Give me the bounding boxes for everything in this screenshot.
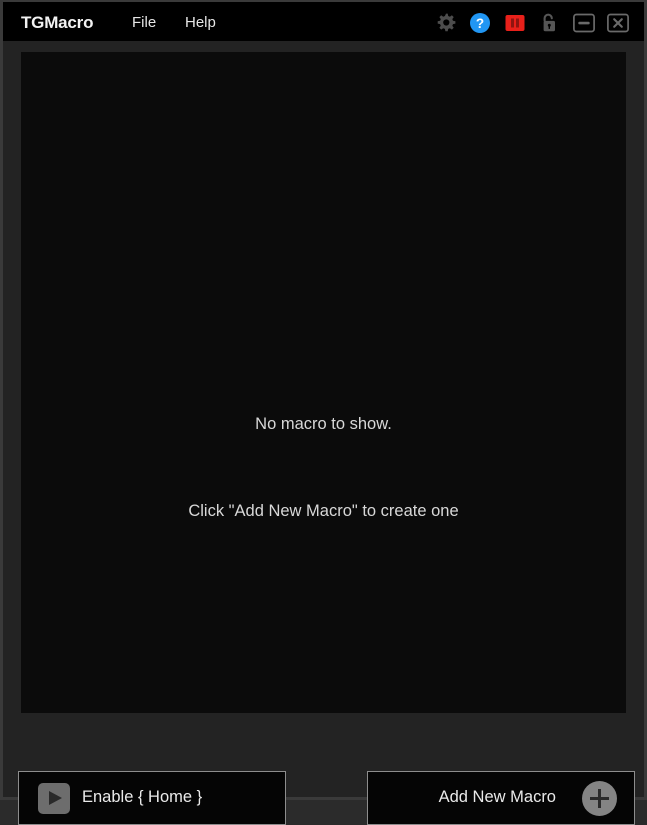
empty-state-line-1: No macro to show.: [255, 415, 392, 433]
macro-list-panel[interactable]: No macro to show. Click "Add New Macro" …: [21, 52, 626, 713]
play-icon: [38, 783, 70, 814]
svg-text:?: ?: [476, 16, 484, 31]
application-window: TGMacro File Help ? No macro to show. Cl…: [0, 0, 647, 825]
close-icon[interactable]: [607, 12, 629, 34]
title-bar: TGMacro File Help ?: [3, 2, 644, 41]
content-area: No macro to show. Click "Add New Macro" …: [3, 41, 644, 825]
menu-item-help[interactable]: Help: [185, 14, 216, 31]
app-title: TGMacro: [21, 13, 94, 32]
plus-icon: [582, 781, 617, 816]
pause-icon[interactable]: [504, 12, 526, 34]
enable-button[interactable]: Enable { Home }: [18, 771, 286, 825]
empty-state-line-2: Click "Add New Macro" to create one: [188, 502, 459, 520]
add-new-macro-button[interactable]: Add New Macro: [367, 771, 635, 825]
empty-state-message: No macro to show. Click "Add New Macro" …: [21, 352, 626, 584]
menu-item-file[interactable]: File: [132, 14, 156, 31]
footer-bar: Enable { Home } Add New Macro: [3, 724, 644, 825]
unlock-icon[interactable]: [539, 12, 561, 34]
add-new-macro-label: Add New Macro: [438, 788, 556, 806]
enable-button-label: Enable { Home }: [82, 788, 203, 806]
minimize-icon[interactable]: [573, 12, 595, 34]
question-circle-icon[interactable]: ?: [469, 12, 491, 34]
gear-icon[interactable]: [435, 12, 457, 34]
